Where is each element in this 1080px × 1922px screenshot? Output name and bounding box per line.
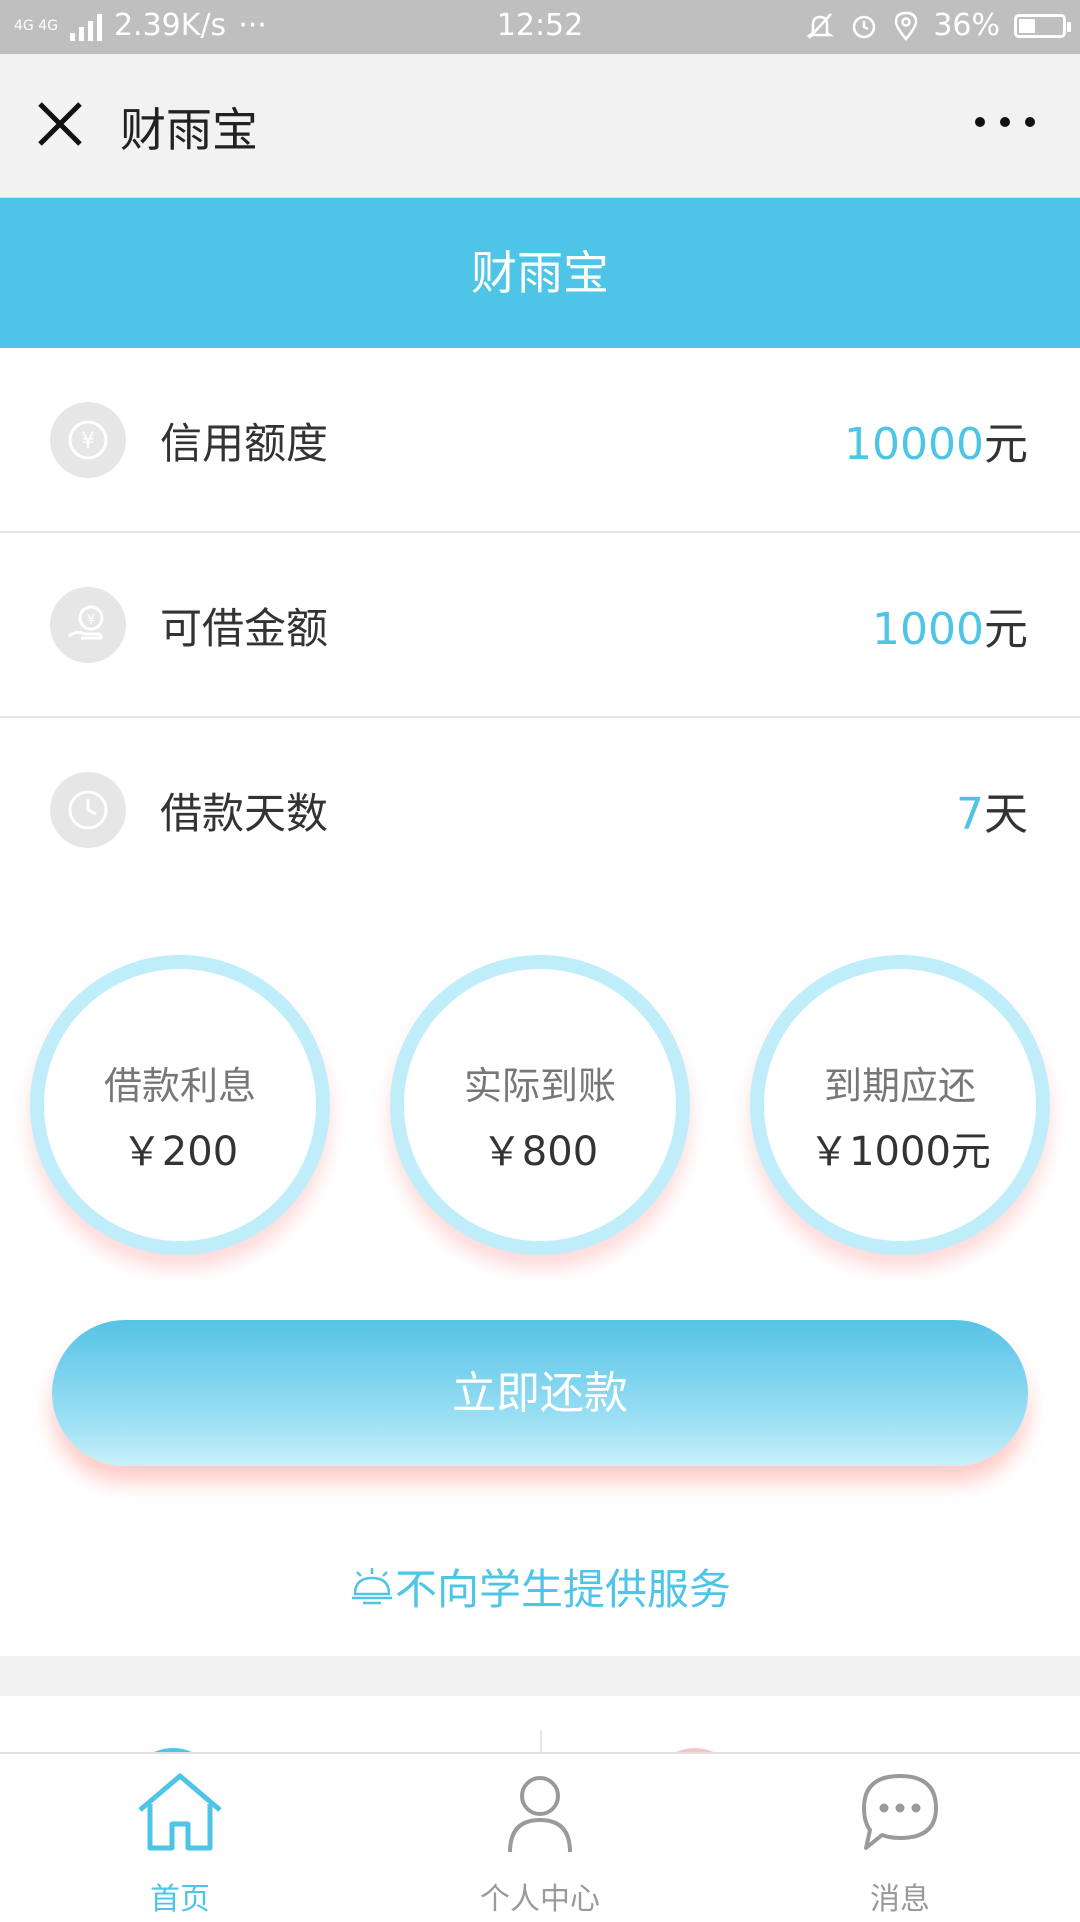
due-amount-circle: 到期应还 ￥1000元: [750, 955, 1050, 1255]
credit-limit-label: 信用额度: [160, 419, 329, 468]
page-title: 财雨宝: [0, 198, 1080, 348]
battery-icon: [1014, 13, 1071, 38]
app-nav-bar: 财雨宝: [0, 54, 1080, 198]
actual-received-value: ￥800: [481, 1129, 599, 1175]
section-separator: [0, 1656, 1080, 1696]
location-icon: [895, 11, 918, 41]
tab-messages[interactable]: 消息: [720, 1754, 1080, 1922]
battery-percent: 36%: [933, 8, 1000, 43]
due-amount-label: 到期应还: [823, 1064, 976, 1108]
available-amount-label: 可借金额: [160, 604, 329, 653]
more-icon[interactable]: [970, 102, 1040, 142]
divider: [540, 1730, 542, 1752]
loan-days-label: 借款天数: [160, 789, 329, 838]
credit-limit-row: ¥ 信用额度 10000元: [0, 348, 1080, 533]
alarm-icon: [853, 15, 876, 38]
tab-home-label: 首页: [150, 1882, 210, 1917]
available-amount-value: 1000元: [872, 604, 1028, 655]
student-notice-text: 不向学生提供服务: [394, 1565, 731, 1614]
repay-now-button[interactable]: 立即还款: [52, 1320, 1028, 1466]
interest-value: ￥200: [121, 1129, 239, 1175]
message-icon: [862, 1774, 938, 1850]
available-amount-row: ¥ 可借金额 1000元: [0, 533, 1080, 718]
tab-messages-label: 消息: [870, 1882, 930, 1917]
hand-coin-icon: ¥: [50, 587, 126, 663]
tab-home[interactable]: 首页: [0, 1754, 360, 1922]
due-amount-value: ￥1000元: [809, 1129, 991, 1175]
actual-received-label: 实际到账: [463, 1064, 616, 1108]
status-right: 36%: [805, 8, 1071, 43]
user-icon: [508, 1776, 572, 1853]
student-notice: 不向学生提供服务: [0, 1556, 1080, 1617]
service-bell-icon: [351, 1568, 392, 1605]
tab-bar: 首页 个人中心 消息: [0, 1752, 1080, 1920]
close-icon[interactable]: [30, 94, 90, 154]
svg-text:¥: ¥: [87, 612, 96, 628]
interest-label: 借款利息: [103, 1064, 256, 1108]
clock-icon: [50, 772, 126, 848]
loan-days-value: 7天: [956, 789, 1028, 840]
home-icon: [138, 1773, 222, 1851]
actual-received-circle: 实际到账 ￥800: [390, 955, 690, 1255]
yen-coin-icon: ¥: [50, 402, 126, 478]
tab-profile[interactable]: 个人中心: [360, 1754, 720, 1922]
tab-profile-label: 个人中心: [480, 1882, 600, 1917]
mute-bell-icon: [806, 12, 835, 39]
svg-text:¥: ¥: [81, 429, 95, 454]
partial-content: [0, 1696, 1080, 1752]
status-bar: 4G 4G 2.39K/s ··· 12:52 36%: [0, 0, 1080, 54]
loan-days-row: 借款天数 7天: [0, 718, 1080, 903]
credit-limit-value: 10000元: [844, 419, 1028, 470]
interest-circle: 借款利息 ￥200: [30, 955, 330, 1255]
nav-title: 财雨宝: [120, 103, 258, 157]
